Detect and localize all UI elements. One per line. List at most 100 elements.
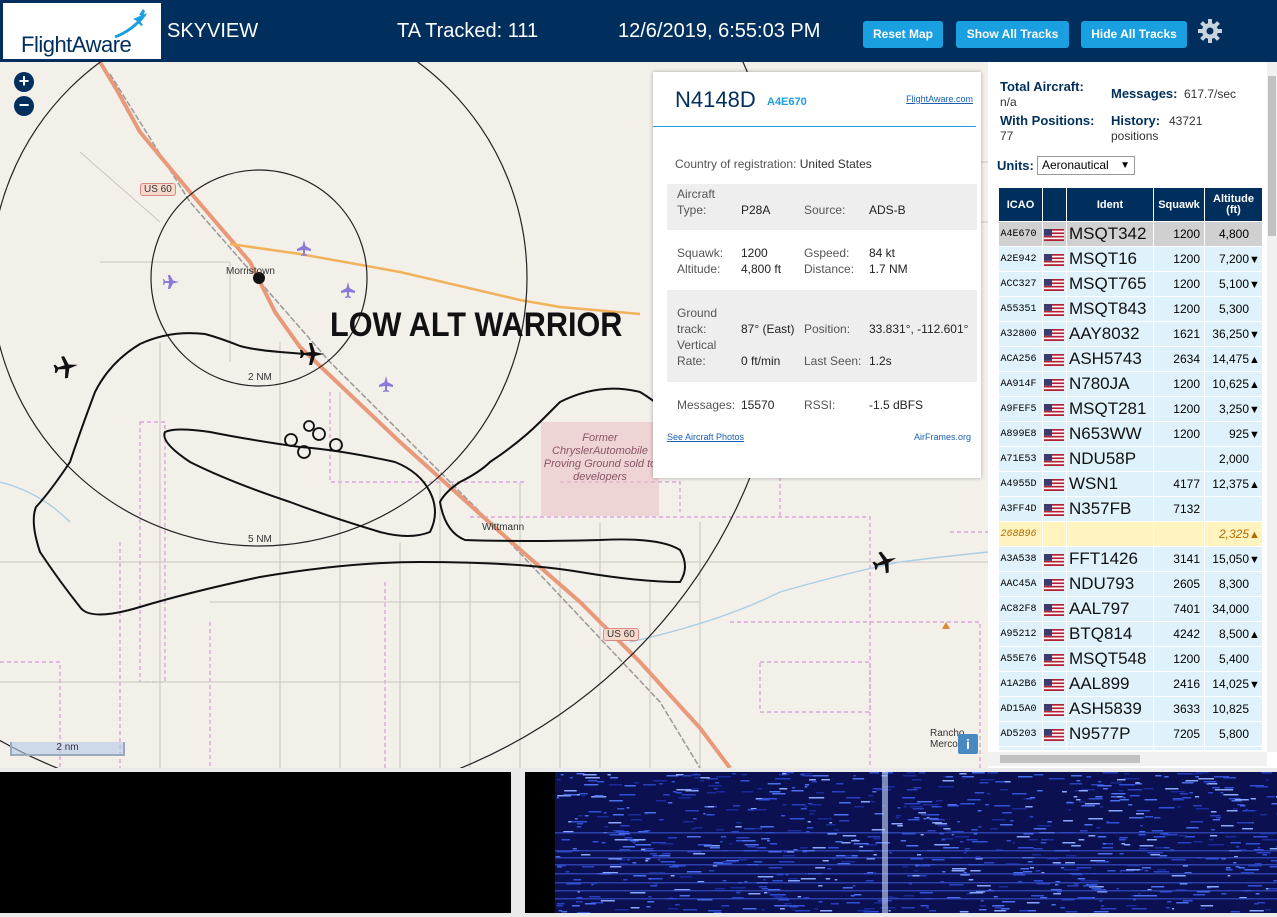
scroll-thumb[interactable] bbox=[1268, 76, 1276, 236]
row-icao: ACC327 bbox=[998, 271, 1043, 297]
col-header-squawk[interactable]: Squawk bbox=[1153, 187, 1205, 222]
units-select[interactable]: Aeronautical ▼ bbox=[1037, 156, 1135, 175]
source-value: ADS-B bbox=[869, 203, 906, 217]
table-row[interactable]: A55351 MSQT843 1200 5,300 bbox=[998, 296, 1262, 322]
us-flag-icon bbox=[1044, 678, 1064, 691]
table-row[interactable]: A2E942 MSQT16 1200 7,200▼ bbox=[998, 246, 1262, 272]
row-ident: BTQ814 bbox=[1066, 621, 1154, 647]
row-squawk: 7132 bbox=[1153, 496, 1205, 522]
horizontal-scrollbar[interactable] bbox=[988, 752, 1267, 766]
row-squawk: 1200 bbox=[1153, 646, 1205, 672]
row-flag bbox=[1042, 746, 1067, 750]
bottom-panel bbox=[0, 768, 1277, 917]
zoom-out-button[interactable]: − bbox=[14, 96, 34, 116]
row-icao: A4E670 bbox=[998, 221, 1043, 247]
row-ident bbox=[1066, 521, 1154, 547]
messages-label: Messages: bbox=[1111, 86, 1178, 101]
row-altitude: 3,250▼ bbox=[1204, 396, 1262, 422]
table-row[interactable]: 268B96 2,325▲ bbox=[998, 521, 1262, 547]
selected-aircraft-icon[interactable] bbox=[300, 343, 324, 365]
gear-icon[interactable] bbox=[1197, 18, 1223, 44]
table-row[interactable]: AAC45A NDU793 2605 8,300 bbox=[998, 571, 1262, 597]
aircraft-icon[interactable] bbox=[163, 275, 179, 289]
row-squawk: 3633 bbox=[1153, 696, 1205, 722]
info-button[interactable]: i bbox=[958, 734, 978, 754]
table-row[interactable]: A3FF4D N357FB 7132 bbox=[998, 496, 1262, 522]
table-row[interactable]: A3A538 FFT1426 3141 15,050▼ bbox=[998, 546, 1262, 572]
row-ident: AAL899 bbox=[1066, 671, 1154, 697]
table-row[interactable]: A4E670 MSQT342 1200 4,800 bbox=[998, 221, 1262, 247]
col-header-ident[interactable]: Ident bbox=[1066, 187, 1154, 222]
row-altitude: 8,500▲ bbox=[1204, 621, 1262, 647]
aircraft-table-container[interactable]: ICAO Ident Squawk Altitude (ft) A4E670 MS… bbox=[998, 187, 1262, 750]
row-flag bbox=[1042, 521, 1067, 547]
messages-rssi-band: Messages: 15570 RSSI: -1.5 dBFS bbox=[667, 390, 977, 420]
us-flag-icon bbox=[1044, 303, 1064, 316]
table-row[interactable]: A95212 BTQ814 4242 8,500▲ bbox=[998, 621, 1262, 647]
units-label: Units: bbox=[997, 158, 1034, 173]
flightaware-logo[interactable]: FlightAware bbox=[3, 3, 161, 59]
row-altitude: 7,200▼ bbox=[1204, 246, 1262, 272]
table-row[interactable]: A32800 AAY8032 1621 36,250▼ bbox=[998, 321, 1262, 347]
gspeed-label: Gspeed: bbox=[804, 246, 850, 260]
scroll-thumb[interactable] bbox=[1000, 755, 1140, 763]
row-flag bbox=[1042, 421, 1067, 447]
aircraft-icon[interactable] bbox=[52, 354, 79, 380]
row-altitude: 34,000 bbox=[1204, 596, 1262, 622]
us-flag-icon bbox=[1044, 703, 1064, 716]
col-header-icao[interactable]: ICAO bbox=[998, 187, 1043, 222]
row-flag bbox=[1042, 496, 1067, 522]
altitude-value: 5,100 bbox=[1218, 277, 1249, 291]
squawk-label: Squawk: bbox=[677, 246, 724, 260]
altitude-value: 10,825 bbox=[1212, 702, 1249, 716]
altitude-trend-icon: ▲ bbox=[1249, 354, 1260, 366]
divider bbox=[653, 126, 976, 127]
col-header-flag[interactable] bbox=[1042, 187, 1067, 222]
row-icao: A3A538 bbox=[998, 546, 1043, 572]
position-value: 33.831°, -112.601° bbox=[869, 322, 969, 336]
row-icao: A32800 bbox=[998, 321, 1043, 347]
reset-map-button[interactable]: Reset Map bbox=[863, 21, 943, 48]
table-row[interactable]: AD15A0 ASH5839 3633 10,825 bbox=[998, 696, 1262, 722]
altitude-value: 7,200 bbox=[1218, 252, 1249, 266]
table-row[interactable]: A1A2B6 AAL899 2416 14,025▼ bbox=[998, 671, 1262, 697]
row-altitude: 10,625▲ bbox=[1204, 371, 1262, 397]
altitude-value: 925 bbox=[1228, 427, 1249, 441]
altitude-trend-icon: ▼ bbox=[1249, 554, 1260, 566]
show-all-tracks-button[interactable]: Show All Tracks bbox=[956, 21, 1069, 48]
range-ring-label-5nm: 5 NM bbox=[248, 534, 272, 545]
last-seen-value: 1.2s bbox=[869, 354, 892, 368]
col-header-altitude[interactable]: Altitude (ft) bbox=[1204, 187, 1262, 222]
aircraft-icon[interactable] bbox=[379, 376, 393, 392]
us-flag-icon bbox=[1044, 728, 1064, 741]
table-row[interactable]: A71E53 NDU58P 2,000 bbox=[998, 446, 1262, 472]
row-flag bbox=[1042, 246, 1067, 272]
table-row[interactable]: AA914F N780JA 1200 10,625▲ bbox=[998, 371, 1262, 397]
row-altitude: 925▼ bbox=[1204, 421, 1262, 447]
gspeed-value: 84 kt bbox=[869, 246, 896, 260]
table-row[interactable]: AC82F8 AAL797 7401 34,000 bbox=[998, 596, 1262, 622]
table-row[interactable]: A9FEF5 MSQT281 1200 3,250▼ bbox=[998, 396, 1262, 422]
row-altitude: 15,050▼ bbox=[1204, 546, 1262, 572]
row-flag bbox=[1042, 296, 1067, 322]
country-value: United States bbox=[799, 157, 872, 171]
table-row[interactable]: ACA256 ASH5743 2634 14,475▲ bbox=[998, 346, 1262, 372]
table-row[interactable]: A899E8 N653WW 1200 925▼ bbox=[998, 421, 1262, 447]
hide-all-tracks-button[interactable]: Hide All Tracks bbox=[1081, 21, 1187, 48]
flightaware-link[interactable]: FlightAware.com bbox=[906, 94, 973, 104]
row-ident: AAL797 bbox=[1066, 596, 1154, 622]
airframes-link[interactable]: AirFrames.org bbox=[914, 432, 971, 442]
row-ident: ASH5743 bbox=[1066, 346, 1154, 372]
table-row[interactable]: ACC327 MSQT765 1200 5,100▼ bbox=[998, 271, 1262, 297]
row-ident: N780JA bbox=[1066, 371, 1154, 397]
row-ident: ASH5845 bbox=[1066, 746, 1154, 750]
table-row[interactable]: AD5203 N9577P 7205 5,800 bbox=[998, 721, 1262, 747]
zoom-in-button[interactable]: + bbox=[14, 72, 34, 92]
aircraft-photos-link[interactable]: See Aircraft Photos bbox=[667, 432, 744, 442]
popup-ident: N4148D bbox=[675, 87, 756, 112]
table-row[interactable]: A5E235 ASH584537373,600 bbox=[998, 746, 1262, 750]
aircraft-icon[interactable] bbox=[341, 282, 355, 298]
table-row[interactable]: A4955D WSN1 4177 12,375▲ bbox=[998, 471, 1262, 497]
vertical-scrollbar[interactable] bbox=[1267, 62, 1277, 752]
table-row[interactable]: A55E76 MSQT548 1200 5,400 bbox=[998, 646, 1262, 672]
